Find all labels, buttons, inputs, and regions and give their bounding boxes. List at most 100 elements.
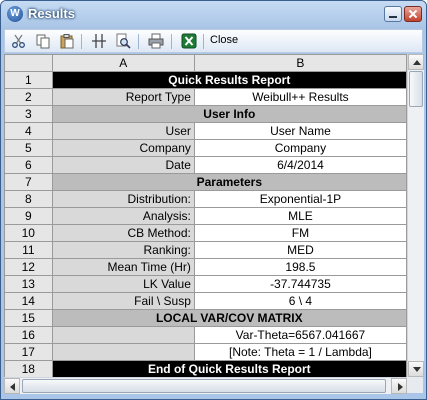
value-cell[interactable]: -37.744735 <box>193 275 407 293</box>
row-header[interactable]: 18 <box>4 360 53 377</box>
vertical-scrollbar[interactable] <box>407 54 424 377</box>
table-row: 6 Date 6/4/2014 <box>4 156 407 174</box>
table-row: 1 Quick Results Report <box>4 71 407 89</box>
horizontal-scroll-thumb[interactable] <box>22 379 386 393</box>
report-banner-cell[interactable]: End of Quick Results Report <box>51 360 407 377</box>
label-cell[interactable]: Company <box>51 139 195 157</box>
results-window: W Results Close A B 1 Quick Results Repo… <box>0 0 427 400</box>
row-header[interactable]: 14 <box>4 292 53 310</box>
value-cell[interactable]: MLE <box>193 207 407 225</box>
label-cell[interactable]: Mean Time (Hr) <box>51 258 195 276</box>
column-header-a[interactable]: A <box>51 54 195 72</box>
label-cell[interactable]: Distribution: <box>51 190 195 208</box>
row-header[interactable]: 12 <box>4 258 53 276</box>
label-cell[interactable]: Date <box>51 156 195 174</box>
value-cell[interactable]: Company <box>193 139 407 157</box>
label-cell[interactable]: User <box>51 122 195 140</box>
section-header-cell[interactable]: LOCAL VAR/COV MATRIX <box>51 309 407 327</box>
row-header[interactable]: 17 <box>4 343 53 361</box>
print-icon[interactable] <box>148 33 164 49</box>
horizontal-scrollbar[interactable] <box>4 377 407 394</box>
row-header[interactable]: 15 <box>4 309 53 327</box>
toolbar-separator <box>81 34 82 49</box>
scroll-left-arrow[interactable] <box>4 378 20 394</box>
row-header[interactable]: 5 <box>4 139 53 157</box>
table-row: 4 User User Name <box>4 122 407 140</box>
value-cell[interactable]: Exponential-1P <box>193 190 407 208</box>
label-cell[interactable] <box>51 326 195 344</box>
row-header[interactable]: 9 <box>4 207 53 225</box>
section-header-cell[interactable]: Parameters <box>51 173 407 191</box>
weibull-app-icon: W <box>7 6 23 22</box>
section-header-cell[interactable]: User Info <box>51 105 407 123</box>
window-title: Results <box>28 6 75 21</box>
scroll-up-arrow[interactable] <box>408 54 424 70</box>
corner-cell[interactable] <box>4 54 53 72</box>
table-row: 14 Fail \ Susp 6 \ 4 <box>4 292 407 310</box>
close-window-button[interactable] <box>404 6 422 22</box>
label-cell[interactable]: Report Type <box>51 88 195 106</box>
table-row: 17 [Note: Theta = 1 / Lambda] <box>4 343 407 361</box>
row-header[interactable]: 10 <box>4 224 53 242</box>
table-row: 15 LOCAL VAR/COV MATRIX <box>4 309 407 327</box>
table-row: 10 CB Method: FM <box>4 224 407 242</box>
table-row: 18 End of Quick Results Report <box>4 360 407 377</box>
toolbar-separator <box>171 34 172 49</box>
close-button[interactable]: Close <box>210 34 238 46</box>
row-header[interactable]: 11 <box>4 241 53 259</box>
row-header[interactable]: 8 <box>4 190 53 208</box>
label-cell[interactable]: CB Method: <box>51 224 195 242</box>
table-row: 11 Ranking: MED <box>4 241 407 259</box>
value-cell[interactable]: Var-Theta=6567.041667 <box>193 326 407 344</box>
table-row: 3 User Info <box>4 105 407 123</box>
row-header[interactable]: 6 <box>4 156 53 174</box>
excel-icon[interactable] <box>181 33 197 49</box>
title-bar[interactable]: W Results <box>1 1 426 29</box>
minimize-button[interactable] <box>384 6 402 22</box>
results-grid: A B 1 Quick Results Report 2 Report Type Wei… <box>4 54 407 377</box>
value-cell[interactable]: [Note: Theta = 1 / Lambda] <box>193 343 407 361</box>
value-cell[interactable]: MED <box>193 241 407 259</box>
toolbar-separator <box>138 34 139 49</box>
value-cell[interactable]: 6/4/2014 <box>193 156 407 174</box>
table-row: 9 Analysis: MLE <box>4 207 407 225</box>
value-cell[interactable]: 198.5 <box>193 258 407 276</box>
resize-grip[interactable] <box>407 377 423 393</box>
label-cell[interactable]: Fail \ Susp <box>51 292 195 310</box>
row-header[interactable]: 3 <box>4 105 53 123</box>
label-cell[interactable] <box>51 343 195 361</box>
table-row: 5 Company Company <box>4 139 407 157</box>
row-header[interactable]: 16 <box>4 326 53 344</box>
value-cell[interactable]: 6 \ 4 <box>193 292 407 310</box>
cut-icon[interactable] <box>11 33 27 49</box>
label-cell[interactable]: LK Value <box>51 275 195 293</box>
paste-icon[interactable] <box>59 33 75 49</box>
vertical-scroll-thumb[interactable] <box>409 71 423 107</box>
row-header[interactable]: 4 <box>4 122 53 140</box>
table-row: 13 LK Value -37.744735 <box>4 275 407 293</box>
table-row: 2 Report Type Weibull++ Results <box>4 88 407 106</box>
toolbar: Close <box>4 29 423 53</box>
row-header[interactable]: 7 <box>4 173 53 191</box>
table-row: 12 Mean Time (Hr) 198.5 <box>4 258 407 276</box>
table-row: 16 Var-Theta=6567.041667 <box>4 326 407 344</box>
row-header[interactable]: 13 <box>4 275 53 293</box>
table-row: 8 Distribution: Exponential-1P <box>4 190 407 208</box>
toolbar-separator <box>203 34 204 49</box>
report-banner-cell[interactable]: Quick Results Report <box>51 71 407 89</box>
spreadsheet[interactable]: A B 1 Quick Results Report 2 Report Type Wei… <box>4 54 407 377</box>
value-cell[interactable]: Weibull++ Results <box>193 88 407 106</box>
column-header-b[interactable]: B <box>193 54 407 72</box>
label-cell[interactable]: Ranking: <box>51 241 195 259</box>
value-cell[interactable]: User Name <box>193 122 407 140</box>
table-row: 7 Parameters <box>4 173 407 191</box>
value-cell[interactable]: FM <box>193 224 407 242</box>
print-preview-icon[interactable] <box>115 33 131 49</box>
scroll-down-arrow[interactable] <box>408 361 424 377</box>
column-icon[interactable] <box>91 33 107 49</box>
row-header[interactable]: 2 <box>4 88 53 106</box>
row-header[interactable]: 1 <box>4 71 53 89</box>
scroll-right-arrow[interactable] <box>391 378 407 394</box>
copy-icon[interactable] <box>35 33 51 49</box>
label-cell[interactable]: Analysis: <box>51 207 195 225</box>
